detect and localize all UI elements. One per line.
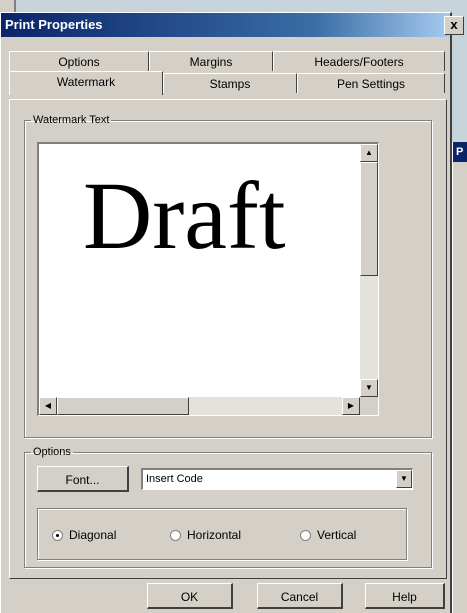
insert-code-value: Insert Code: [146, 473, 203, 485]
radio-diagonal-label: Diagonal: [69, 528, 117, 542]
chevron-down-icon[interactable]: ▼: [396, 470, 412, 488]
triangle-left-icon: ◀: [44, 401, 52, 410]
print-properties-dialog: Print Properties x Options Margins Heade…: [0, 12, 464, 613]
watermark-text-input[interactable]: Draft ▲ ▼ ◀ ▶: [37, 142, 379, 416]
tab-options[interactable]: Options: [9, 51, 149, 71]
insert-code-dropdown[interactable]: Insert Code ▼: [141, 468, 413, 490]
radio-diagonal[interactable]: Diagonal: [52, 528, 116, 542]
options-group: Options Font... Insert Code ▼ Diagonal H…: [24, 446, 432, 568]
watermark-tab-page: Watermark Text Draft ▲ ▼ ◀ ▶ Options Fon…: [9, 99, 447, 579]
triangle-up-icon: ▲: [365, 148, 373, 157]
horizontal-scroll-thumb[interactable]: [57, 397, 189, 415]
vertical-scrollbar[interactable]: ▲ ▼: [360, 144, 378, 397]
tab-margins[interactable]: Margins: [149, 51, 273, 71]
radio-horizontal[interactable]: Horizontal: [170, 528, 241, 542]
help-button[interactable]: Help: [365, 583, 445, 609]
tab-stamps[interactable]: Stamps: [163, 73, 297, 93]
tab-headers-footers[interactable]: Headers/Footers: [273, 51, 445, 71]
background-window-title: P: [453, 142, 467, 162]
dialog-title: Print Properties: [5, 17, 103, 32]
cancel-button[interactable]: Cancel: [257, 583, 343, 609]
scroll-corner: [360, 397, 378, 415]
close-icon: x: [450, 17, 458, 32]
watermark-text-preview: Draft: [83, 162, 286, 269]
radio-unselected-icon: [300, 530, 311, 542]
tab-pen-settings[interactable]: Pen Settings: [297, 73, 445, 93]
horizontal-scrollbar[interactable]: ◀ ▶: [39, 397, 360, 415]
tab-strip: Options Margins Headers/Footers Watermar…: [9, 51, 445, 101]
scroll-left-button[interactable]: ◀: [39, 397, 57, 415]
vertical-scroll-thumb[interactable]: [360, 162, 378, 276]
triangle-right-icon: ▶: [347, 401, 355, 410]
triangle-down-icon: ▼: [365, 383, 373, 392]
ok-button[interactable]: OK: [147, 583, 233, 609]
radio-vertical[interactable]: Vertical: [300, 528, 356, 542]
tab-watermark[interactable]: Watermark: [9, 71, 163, 95]
watermark-text-group: Watermark Text Draft ▲ ▼ ◀ ▶: [24, 114, 432, 438]
scroll-right-button[interactable]: ▶: [342, 397, 360, 415]
background-window-right: P: [452, 142, 467, 613]
scroll-down-button[interactable]: ▼: [360, 379, 378, 397]
options-legend: Options: [33, 446, 71, 458]
scroll-up-button[interactable]: ▲: [360, 144, 378, 162]
radio-vertical-label: Vertical: [317, 528, 357, 542]
dialog-titlebar[interactable]: Print Properties x: [1, 13, 464, 37]
radio-horizontal-label: Horizontal: [187, 528, 242, 542]
font-button[interactable]: Font...: [37, 466, 129, 492]
close-button[interactable]: x: [444, 16, 464, 35]
radio-unselected-icon: [170, 530, 181, 542]
watermark-text-legend: Watermark Text: [33, 114, 110, 126]
radio-selected-icon: [52, 530, 63, 542]
orientation-radio-group: Diagonal Horizontal Vertical: [37, 508, 407, 560]
